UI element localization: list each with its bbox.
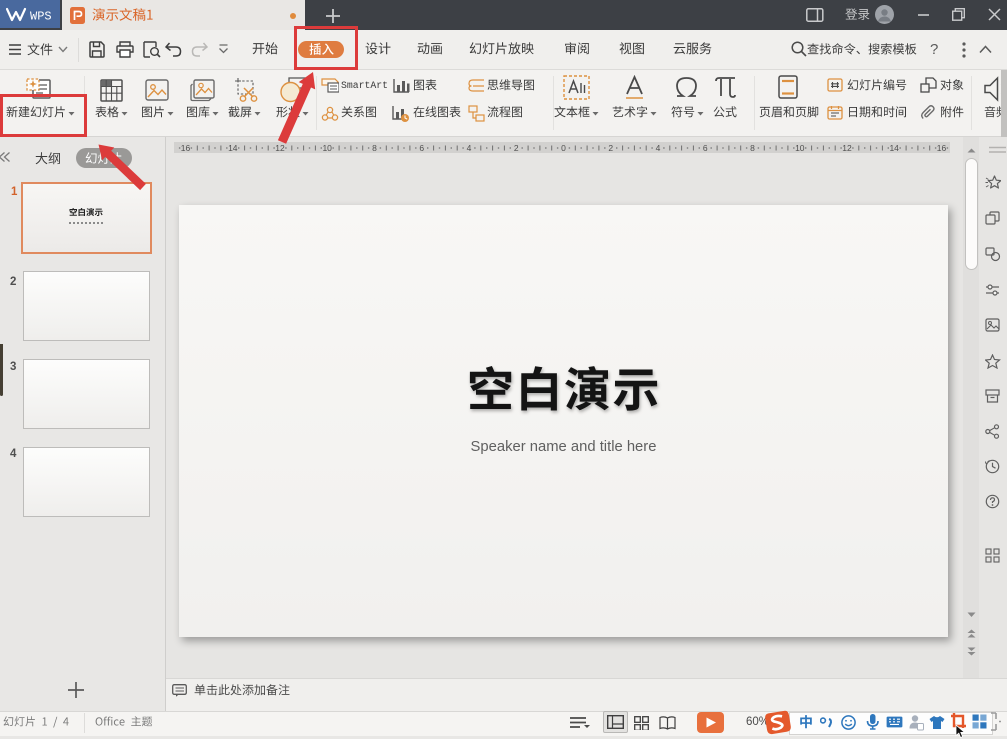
svg-text:12: 12 (842, 143, 852, 153)
svg-text:14: 14 (228, 143, 238, 153)
svg-text:16: 16 (181, 143, 191, 153)
svg-text:8: 8 (750, 143, 755, 153)
svg-text:4: 4 (467, 143, 472, 153)
svg-text:14: 14 (889, 143, 899, 153)
svg-text:2: 2 (514, 143, 519, 153)
svg-text:4: 4 (656, 143, 661, 153)
svg-text:2: 2 (608, 143, 613, 153)
svg-text:16: 16 (937, 143, 947, 153)
svg-text:10: 10 (795, 143, 805, 153)
svg-text:8: 8 (372, 143, 377, 153)
svg-text:WPS: WPS (30, 10, 52, 23)
svg-text:6: 6 (703, 143, 708, 153)
svg-text:6: 6 (419, 143, 424, 153)
svg-text:0: 0 (561, 143, 566, 153)
